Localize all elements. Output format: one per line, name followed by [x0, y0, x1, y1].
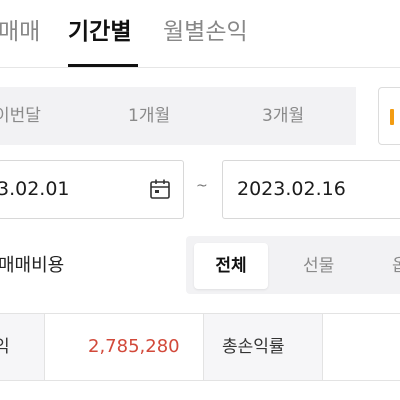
end-date-field[interactable]: 2023.02.16 [222, 160, 400, 219]
segment-futures[interactable]: 선물 [303, 243, 334, 289]
trading-cost-label: 매매비용 [0, 255, 65, 276]
this-month-button[interactable]: 이번달 [0, 87, 41, 145]
end-date-value: 2023.02.16 [237, 178, 346, 200]
start-date-value: 3.02.01 [0, 178, 70, 200]
calendar-icon[interactable] [149, 178, 171, 200]
calendar-picker-button[interactable] [378, 87, 400, 145]
calendar-icon [390, 109, 394, 125]
date-range-separator: ~ [196, 178, 208, 194]
segment-all[interactable]: 전체 [194, 243, 268, 289]
summary-divider [0, 313, 400, 314]
tab-by-period[interactable]: 기간별 [68, 14, 131, 50]
summary-divider [0, 380, 400, 381]
total-return-rate-label: 총손익률 [222, 337, 285, 357]
total-profit-label: 익 [0, 337, 10, 357]
three-month-button[interactable]: 3개월 [262, 87, 304, 145]
tab-monthly-pnl[interactable]: 월별손익 [163, 14, 248, 50]
tab-trades[interactable]: 매매 [0, 14, 40, 50]
start-date-field[interactable]: 3.02.01 [0, 160, 184, 219]
segment-options[interactable]: 옵 [392, 243, 400, 289]
one-month-button[interactable]: 1개월 [128, 87, 170, 145]
total-profit-value: 2,785,280 [88, 336, 180, 357]
tabs-divider [0, 67, 400, 68]
